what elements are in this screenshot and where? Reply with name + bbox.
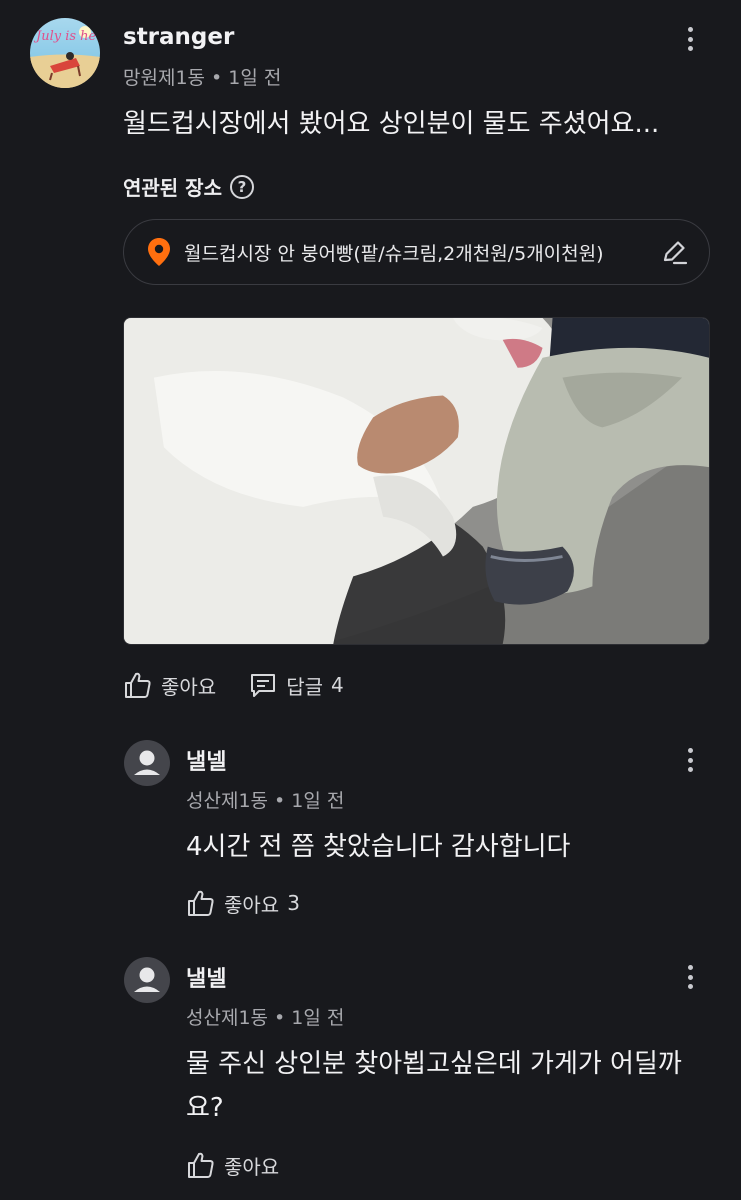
post-like-label: 좋아요	[161, 674, 217, 699]
comment-like-label: 좋아요	[224, 892, 280, 917]
comment-meta: 성산제1동 • 1일 전	[186, 786, 344, 813]
meta-separator: •	[274, 790, 286, 812]
post-detail-page: July is here stranger 망원제1동•1일 전 월드컵시장에서…	[0, 0, 741, 1200]
thumbs-up-icon	[188, 1152, 214, 1178]
default-avatar-icon	[134, 967, 160, 992]
help-icon[interactable]: ?	[229, 174, 254, 199]
comment-like-button[interactable]: 좋아요	[186, 1150, 279, 1180]
post-actions: 좋아요 답글 4	[123, 670, 344, 700]
comment-time: 1일 전	[291, 790, 345, 812]
meta-separator: •	[211, 67, 223, 89]
comment-location: 성산제1동	[186, 790, 269, 812]
related-place-chip[interactable]: 월드컵시장 안 붕어빵(팥/슈크림,2개천원/5개이천원)	[123, 219, 710, 285]
comment-like-count: 3	[287, 891, 300, 915]
related-place-title: 연관된 장소	[123, 176, 222, 200]
edit-icon[interactable]	[659, 237, 689, 267]
post-time: 1일 전	[228, 67, 282, 89]
post-meta: 망원제1동 • 1일 전	[123, 63, 281, 90]
comment-author-avatar[interactable]	[124, 740, 170, 786]
comment-time: 1일 전	[291, 1007, 345, 1029]
post-author-avatar[interactable]: July is here	[30, 18, 100, 88]
related-place-heading: 연관된 장소 ?	[123, 172, 254, 201]
post-like-button[interactable]: 좋아요	[123, 670, 216, 700]
comment-meta: 성산제1동 • 1일 전	[186, 1003, 344, 1030]
post-body-text: 월드컵시장에서 봤어요 상인분이 물도 주셨어요...	[123, 109, 660, 139]
comment-more-kebab-icon[interactable]	[678, 959, 702, 995]
comment-text: 4시간 전 쯤 찾았습니다 감사합니다	[186, 832, 571, 862]
comment-text: 물 주신 상인분 찾아뵙고싶은데 가게가 어딜까요?	[186, 1049, 682, 1123]
comment-more-kebab-icon[interactable]	[678, 742, 702, 778]
meta-separator: •	[274, 1007, 286, 1029]
post-photo-image	[124, 318, 709, 644]
comment-like-label: 좋아요	[224, 1154, 280, 1179]
comment-location: 성산제1동	[186, 1007, 269, 1029]
post-author-name[interactable]: stranger	[123, 24, 234, 50]
post-location: 망원제1동	[123, 67, 206, 89]
comment-author-name[interactable]: 낼넬	[186, 744, 226, 776]
thumbs-up-icon	[125, 672, 151, 698]
svg-text:July is here: July is here	[33, 29, 100, 44]
post-reply-label: 답글	[286, 674, 324, 699]
related-place-name: 월드컵시장 안 붕어빵(팥/슈크림,2개천원/5개이천원)	[184, 242, 604, 265]
post-more-kebab-icon[interactable]	[678, 21, 702, 57]
comment-author-avatar[interactable]	[124, 957, 170, 1003]
default-avatar-icon	[134, 750, 160, 775]
comment-author-name[interactable]: 낼넬	[186, 961, 226, 993]
thumbs-up-icon	[188, 890, 214, 916]
location-pin-icon	[148, 238, 170, 266]
avatar-image: July is here	[30, 26, 100, 88]
reply-icon	[251, 674, 276, 697]
post-photo[interactable]	[123, 317, 710, 645]
comment-like-button[interactable]: 좋아요 3	[186, 888, 300, 918]
post-reply-count: 4	[331, 673, 344, 697]
post-reply-button[interactable]: 답글 4	[248, 670, 344, 700]
